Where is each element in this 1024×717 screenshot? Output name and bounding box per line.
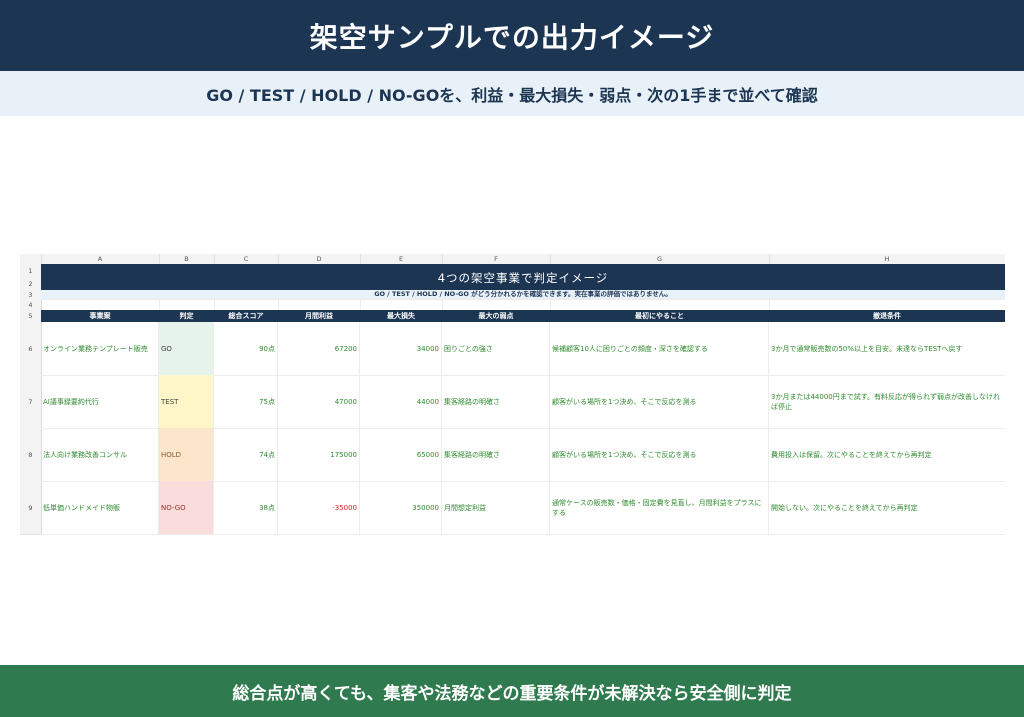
sheet-title: 4つの架空事業で判定イメージ xyxy=(41,264,1005,290)
row-number-2[interactable]: 2 xyxy=(20,277,42,291)
monthly-profit-cell[interactable]: 47000 xyxy=(278,375,360,428)
first-step-cell[interactable]: 顧客がいる場所を1つ決め、そこで反応を測る xyxy=(550,375,769,428)
verdict-test-cell[interactable]: TEST xyxy=(159,375,214,428)
first-step-cell[interactable]: 候補顧客10人に困りごとの頻度・深さを確認する xyxy=(550,322,769,375)
max-loss-cell[interactable]: 65000 xyxy=(360,428,442,481)
row-4-gridline-d xyxy=(278,299,279,310)
header-verdict[interactable]: 判定 xyxy=(159,310,214,322)
header-total-score[interactable]: 総合スコア xyxy=(214,310,278,322)
business-name-cell[interactable]: 低単価ハンドメイド物販 xyxy=(41,481,159,534)
monthly-profit-cell[interactable]: 67200 xyxy=(278,322,360,375)
exit-condition-cell[interactable]: 3か月で通常販売数の50%以上を目安。未達ならTESTへ戻す xyxy=(769,322,1005,375)
row-4-top-gridline xyxy=(41,299,1005,300)
verdict-hold-cell[interactable]: HOLD xyxy=(159,428,214,481)
table-header-row: 事業案 判定 総合スコア 月間利益 最大損失 最大の弱点 最初にやること 撤退条… xyxy=(41,310,1005,322)
row-4-gridline-f xyxy=(442,299,443,310)
column-header-d[interactable]: D xyxy=(278,254,361,264)
weakness-cell[interactable]: 月間想定利益 xyxy=(442,481,550,534)
sheet-title-text: 4つの架空事業で判定イメージ xyxy=(437,271,609,285)
row-4-gridline-g xyxy=(550,299,551,310)
business-name-cell[interactable]: オンライン業務テンプレート販売 xyxy=(41,322,159,375)
row-4-gridline-e xyxy=(360,299,361,310)
column-header-c[interactable]: C xyxy=(214,254,279,264)
row-4-gridline-b xyxy=(159,299,160,310)
weakness-cell[interactable]: 困りごとの強さ xyxy=(442,322,550,375)
column-header-f[interactable]: F xyxy=(442,254,551,264)
table-row: AI議事録要約代行 TEST 75点 47000 44000 集客経路の明確さ … xyxy=(41,375,1005,429)
column-header-a[interactable]: A xyxy=(41,254,160,264)
score-cell[interactable]: 74点 xyxy=(214,428,278,481)
monthly-profit-cell[interactable]: 175000 xyxy=(278,428,360,481)
header-biggest-weakness[interactable]: 最大の弱点 xyxy=(442,310,550,322)
first-step-cell[interactable]: 通常ケースの販売数・価格・固定費を見直し、月間利益をプラスにする xyxy=(550,481,769,534)
header-monthly-profit[interactable]: 月間利益 xyxy=(278,310,360,322)
max-loss-cell[interactable]: 34000 xyxy=(360,322,442,375)
header-business-plan[interactable]: 事業案 xyxy=(41,310,159,322)
verdict-nogo-cell[interactable]: NO-GO xyxy=(159,481,214,534)
table-row: 法人向け業務改善コンサル HOLD 74点 175000 65000 集客経路の… xyxy=(41,428,1005,482)
column-header-g[interactable]: G xyxy=(550,254,770,264)
first-step-cell[interactable]: 顧客がいる場所を1つ決め、そこで反応を測る xyxy=(550,428,769,481)
weakness-cell[interactable]: 集客経路の明確さ xyxy=(442,428,550,481)
monthly-profit-cell[interactable]: -35000 xyxy=(278,481,360,534)
row-number-6[interactable]: 6 xyxy=(20,322,42,376)
max-loss-cell[interactable]: 44000 xyxy=(360,375,442,428)
sheet-note: GO / TEST / HOLD / NO-GO がどう分かれるかを確認できます… xyxy=(41,290,1005,299)
row-4-gridline-h xyxy=(769,299,770,310)
business-name-cell[interactable]: 法人向け業務改善コンサル xyxy=(41,428,159,481)
table-row: オンライン業務テンプレート販売 GO 90点 67200 34000 困りごとの… xyxy=(41,322,1005,376)
score-cell[interactable]: 90点 xyxy=(214,322,278,375)
weakness-cell[interactable]: 集客経路の明確さ xyxy=(442,375,550,428)
business-name-cell[interactable]: AI議事録要約代行 xyxy=(41,375,159,428)
header-max-loss[interactable]: 最大損失 xyxy=(360,310,442,322)
header-exit-condition[interactable]: 撤退条件 xyxy=(769,310,1005,322)
column-header-e[interactable]: E xyxy=(360,254,443,264)
row-number-9[interactable]: 9 xyxy=(20,481,42,535)
page-title: 架空サンプルでの出力イメージ xyxy=(0,0,1024,71)
score-cell[interactable]: 75点 xyxy=(214,375,278,428)
select-all-corner[interactable] xyxy=(20,254,42,264)
row-4-gridline-c xyxy=(214,299,215,310)
page-subtitle: GO / TEST / HOLD / NO-GOを、利益・最大損失・弱点・次の1… xyxy=(0,71,1024,116)
footer-banner: 総合点が高くても、集客や法務などの重要条件が未解決なら安全側に判定 xyxy=(0,665,1024,717)
column-header-h[interactable]: H xyxy=(769,254,1005,264)
header-first-step[interactable]: 最初にやること xyxy=(550,310,769,322)
row-number-1[interactable]: 1 xyxy=(20,264,42,278)
score-cell[interactable]: 38点 xyxy=(214,481,278,534)
verdict-go-cell[interactable]: GO xyxy=(159,322,214,375)
table-row: 低単価ハンドメイド物販 NO-GO 38点 -35000 350000 月間想定… xyxy=(41,481,1005,535)
spreadsheet: A B C D E F G H 1 2 3 4 5 6 7 8 9 4つの架空事… xyxy=(20,254,1005,535)
row-number-8[interactable]: 8 xyxy=(20,428,42,482)
exit-condition-cell[interactable]: 開始しない。次にやることを終えてから再判定 xyxy=(769,481,1005,534)
max-loss-cell[interactable]: 350000 xyxy=(360,481,442,534)
column-header-b[interactable]: B xyxy=(159,254,215,264)
row-number-7[interactable]: 7 xyxy=(20,375,42,429)
exit-condition-cell[interactable]: 3か月または44000円まで試す。有料反応が得られず弱点が改善しなければ停止 xyxy=(769,375,1005,428)
exit-condition-cell[interactable]: 費用投入は保留。次にやることを終えてから再判定 xyxy=(769,428,1005,481)
